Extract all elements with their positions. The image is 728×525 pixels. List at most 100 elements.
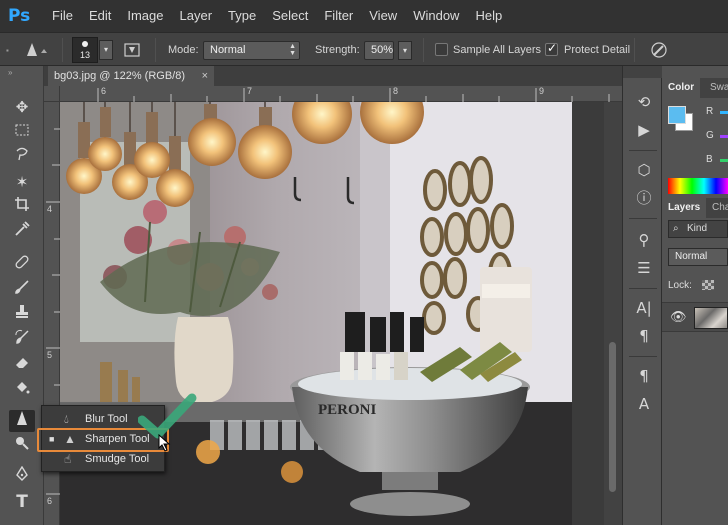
ruler-ticks: [97, 88, 610, 102]
3d-panel-icon[interactable]: ⬡: [633, 160, 655, 180]
document-tab[interactable]: bg03.jpg @ 122% (RGB/8) ×: [48, 66, 214, 86]
horizontal-ruler[interactable]: 6 7 8 9: [60, 86, 622, 102]
menu-select[interactable]: Select: [264, 0, 316, 32]
paragraph-styles-icon[interactable]: ¶: [633, 366, 655, 386]
sharpen-tool[interactable]: [9, 410, 35, 432]
pen-tool[interactable]: [9, 465, 35, 488]
green-slider[interactable]: [720, 135, 728, 138]
tab-color[interactable]: Color: [662, 78, 701, 98]
brush-tip-icon: [82, 41, 88, 47]
ruler-label: 5: [47, 350, 53, 360]
red-label: R: [706, 106, 714, 117]
lock-transparency-icon[interactable]: [702, 280, 714, 290]
history-brush-icon: [15, 329, 29, 344]
divider: [155, 38, 156, 62]
type-tool[interactable]: T: [9, 491, 35, 513]
panel-dock-strip: ⟲ ▶ ⬡ ⓘ ⚲ ☰ A| ¶ ¶ A: [622, 66, 663, 525]
protect-detail-checkbox[interactable]: [545, 41, 558, 56]
strength-dropdown-button[interactable]: ▾: [398, 41, 412, 60]
character-panel-icon[interactable]: A|: [633, 298, 655, 318]
blend-mode-select[interactable]: Normal: [668, 248, 728, 266]
actions-panel-icon[interactable]: ▶: [633, 120, 655, 140]
lasso-tool[interactable]: [9, 146, 35, 168]
brush-icon: [15, 280, 29, 294]
menu-file[interactable]: File: [44, 0, 81, 32]
brush-tool[interactable]: [9, 279, 35, 301]
ruler-origin[interactable]: [44, 86, 60, 102]
scroll-thumb[interactable]: [609, 342, 616, 492]
close-tab-icon[interactable]: ×: [202, 66, 208, 86]
smudge-tool-option[interactable]: ☝︎ Smudge Tool: [42, 449, 164, 469]
mouse-cursor-icon: [158, 434, 171, 452]
layer-filter-kind[interactable]: ⌕ Kind: [668, 220, 728, 238]
document-tab-bar: bg03.jpg @ 122% (RGB/8) ×: [44, 66, 622, 86]
magic-wand-tool[interactable]: ✶: [9, 171, 35, 193]
document-title: bg03.jpg @ 122% (RGB/8): [54, 70, 186, 82]
eraser-tool[interactable]: [9, 354, 35, 376]
character-styles-icon[interactable]: A: [633, 394, 655, 414]
menu-filter[interactable]: Filter: [316, 0, 361, 32]
color-tab-bar: Color Swa: [662, 78, 728, 98]
lock-label: Lock:: [668, 280, 692, 291]
tab-swatches[interactable]: Swa: [704, 78, 728, 98]
menu-view[interactable]: View: [361, 0, 405, 32]
bandage-icon: [15, 255, 29, 269]
info-panel-icon[interactable]: ⓘ: [633, 188, 655, 208]
paragraph-panel-icon[interactable]: ¶: [633, 326, 655, 346]
strength-value: 50%: [371, 44, 394, 56]
divider: [423, 38, 424, 62]
mode-select[interactable]: Normal ▲ ▼: [203, 41, 300, 60]
eyedropper-tool[interactable]: [9, 221, 35, 243]
magic-wand-icon: ✶: [15, 173, 29, 191]
ruler-label: 6: [47, 496, 53, 506]
tab-channels[interactable]: Cha: [706, 198, 728, 218]
history-brush-tool[interactable]: [9, 329, 35, 351]
collapse-arrows-icon[interactable]: »: [8, 68, 12, 77]
menu-layer[interactable]: Layer: [172, 0, 221, 32]
divider: [62, 38, 63, 62]
type-icon: T: [16, 492, 28, 512]
blue-label: B: [706, 154, 713, 165]
menu-type[interactable]: Type: [220, 0, 264, 32]
paint-bucket-tool[interactable]: [9, 379, 35, 401]
strength-input[interactable]: 50%: [364, 41, 394, 60]
divider: [629, 150, 657, 151]
menu-help[interactable]: Help: [467, 0, 510, 32]
layer-thumbnail: [694, 307, 728, 329]
dodge-icon: [16, 437, 29, 450]
divider: [634, 38, 635, 62]
menu-bar: Ps File Edit Image Layer Type Select Fil…: [0, 0, 728, 32]
blue-slider[interactable]: [720, 159, 728, 162]
brush-presets-icon[interactable]: ⚲: [633, 230, 655, 250]
brush-size-picker[interactable]: 13: [72, 37, 98, 63]
brush-panel-toggle[interactable]: [122, 33, 142, 67]
menu-image[interactable]: Image: [119, 0, 171, 32]
foreground-color-swatch[interactable]: [668, 106, 686, 124]
sample-all-layers-checkbox[interactable]: [435, 43, 448, 56]
brush-dropdown-button[interactable]: ▾: [99, 40, 113, 60]
tab-layers[interactable]: Layers: [662, 198, 707, 218]
right-panels: Color Swa R G B Layers Cha ⌕ Kind Normal…: [662, 66, 728, 525]
move-tool[interactable]: ✥: [9, 96, 35, 118]
tool-preset-picker[interactable]: [24, 33, 52, 67]
adjustments-icon[interactable]: ☰: [633, 258, 655, 278]
vertical-scrollbar[interactable]: [604, 102, 622, 525]
clone-stamp-tool[interactable]: [9, 304, 35, 326]
healing-brush-tool[interactable]: [9, 254, 35, 276]
eyedropper-icon: [15, 221, 30, 236]
menu-edit[interactable]: Edit: [81, 0, 119, 32]
blend-mode-value: Normal: [675, 251, 708, 262]
strength-label: Strength:: [315, 44, 360, 56]
pressure-button[interactable]: [648, 33, 670, 67]
crop-tool[interactable]: [9, 196, 35, 218]
history-panel-icon[interactable]: ⟲: [633, 92, 655, 112]
paint-bucket-icon: [17, 382, 30, 394]
marquee-tool[interactable]: [9, 121, 35, 143]
eye-icon[interactable]: 👁︎: [670, 309, 687, 325]
dodge-tool[interactable]: [9, 435, 35, 457]
ruler-label: 8: [393, 86, 399, 96]
layer-row-background[interactable]: 👁︎: [662, 302, 728, 332]
color-spectrum[interactable]: [668, 178, 728, 194]
red-slider[interactable]: [720, 111, 728, 114]
menu-window[interactable]: Window: [405, 0, 467, 32]
